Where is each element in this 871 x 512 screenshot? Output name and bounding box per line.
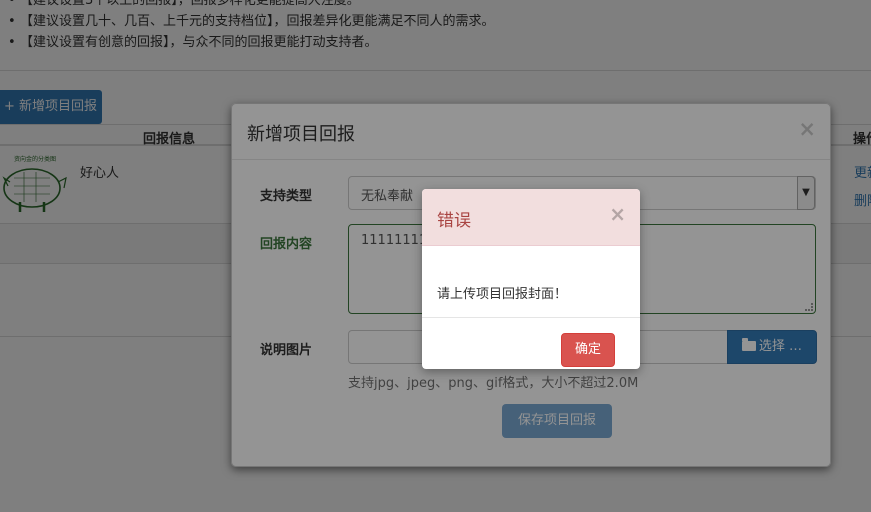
- error-title: 错误: [437, 211, 471, 231]
- close-icon[interactable]: ×: [609, 202, 626, 226]
- divider: [422, 317, 640, 318]
- confirm-button[interactable]: 确定: [561, 333, 615, 367]
- error-dialog-header: 错误 ×: [422, 189, 640, 246]
- error-dialog: 错误 × 请上传项目回报封面！ 确定: [422, 189, 640, 369]
- error-message: 请上传项目回报封面！: [437, 287, 568, 302]
